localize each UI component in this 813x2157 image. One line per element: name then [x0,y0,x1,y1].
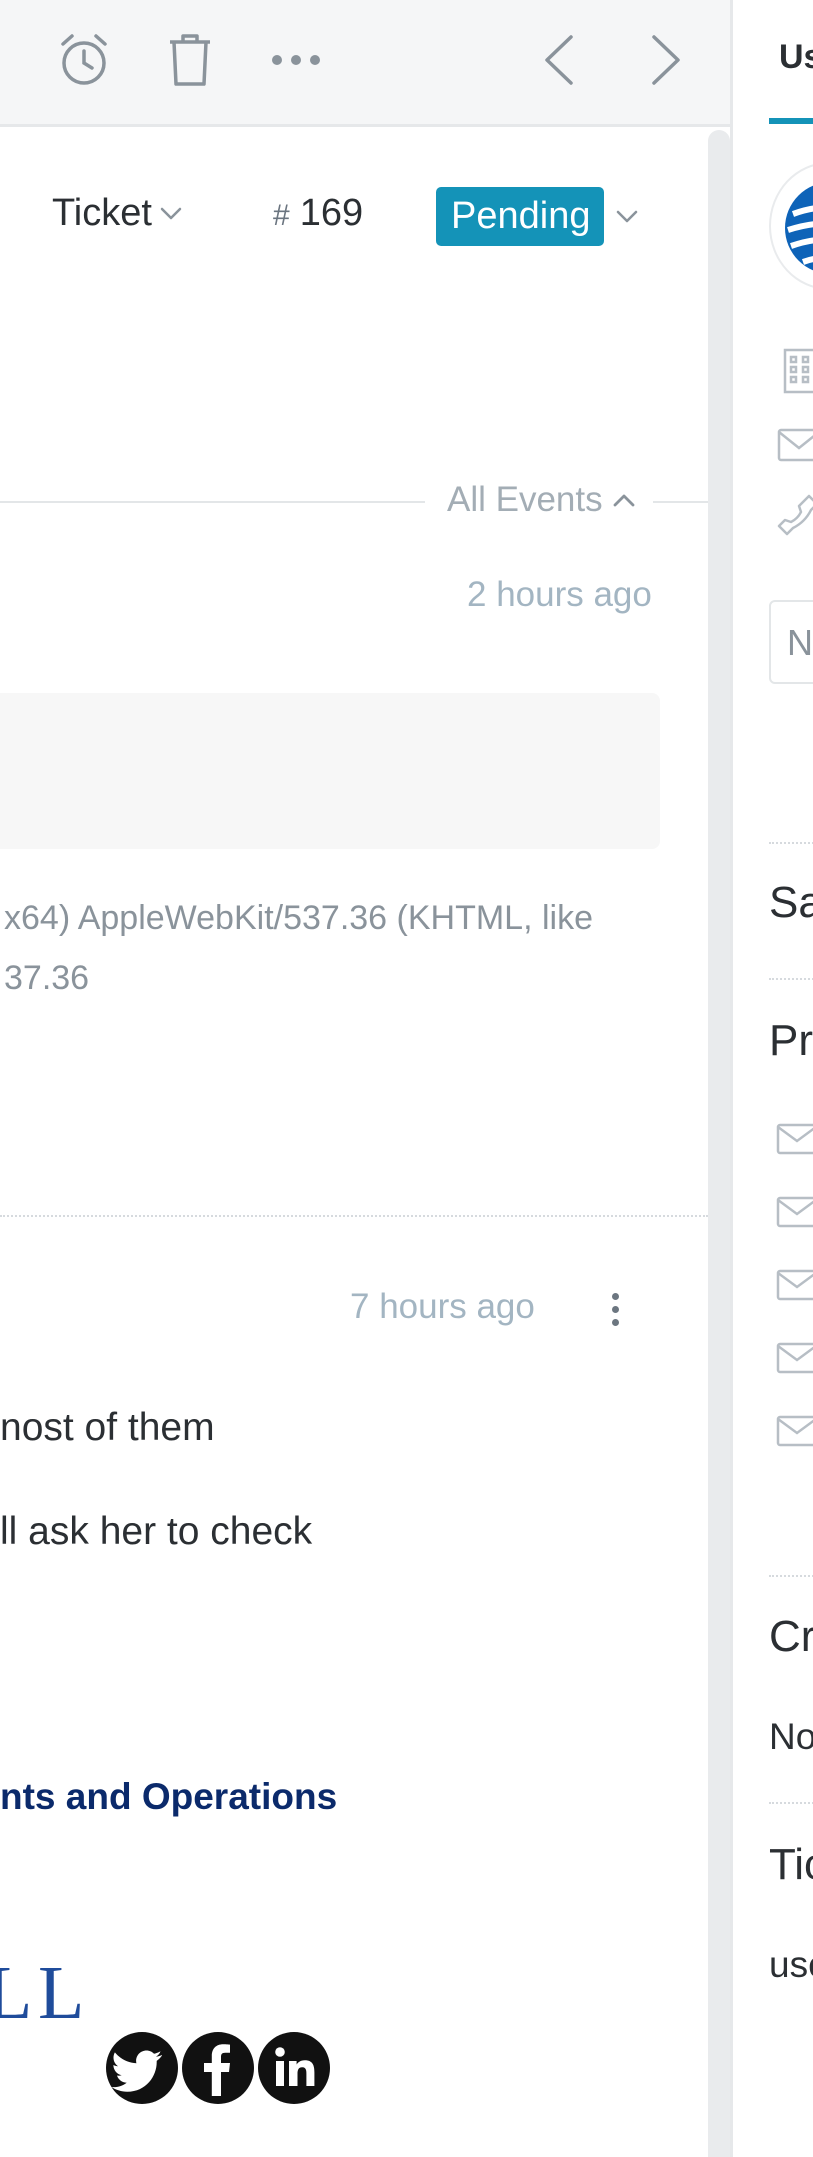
organization-logo-icon [785,185,813,271]
email-icon [777,428,813,462]
email-icon [776,1342,813,1374]
status-dropdown[interactable]: Pending [436,187,638,246]
section-heading-ti: Tic [769,1840,813,1889]
facebook-icon[interactable] [180,2030,256,2106]
chevron-right-icon[interactable] [634,28,698,92]
user-agent-text: x64) AppleWebKit/537.36 (KHTML, like 37.… [4,888,654,1008]
event-detail-box [0,693,660,849]
email-icon [776,1415,813,1447]
section-divider [769,1802,813,1804]
section-divider [769,978,813,980]
signature-logo-letter: L [38,1951,85,2035]
section-divider [769,842,813,844]
building-icon [783,348,813,394]
all-events-label: All Events [447,480,603,519]
chevron-down-icon [617,210,638,222]
message-menu-icon[interactable] [600,1285,630,1333]
chevron-down-icon [160,207,182,219]
linkedin-icon[interactable] [256,2030,332,2106]
note-input-placeholder: N [787,622,813,663]
note-input[interactable]: N [769,600,813,684]
email-icon [776,1196,813,1228]
twitter-icon[interactable] [104,2030,180,2106]
all-events-toggle[interactable]: All Events [425,480,653,520]
ticket-number: # 169 [273,192,363,235]
section-value-ti: use [769,1944,813,1985]
message-text-line: ll ask her to check [0,1510,313,1553]
avatar[interactable] [769,162,813,290]
event-separator [0,1215,708,1217]
signature-logo-letter: L [0,1951,33,2035]
status-badge[interactable]: Pending [436,187,605,246]
hash-prefix: # [273,199,290,232]
scrollbar[interactable] [708,130,730,2157]
user-agent-line: 37.36 [4,959,90,997]
ticket-toolbar [0,0,730,127]
user-side-panel: Us N Sa Pr Cr No Tic use [730,0,813,2157]
section-heading-cr: Cr [769,1612,813,1661]
ticket-number-value: 169 [299,192,364,234]
email-icon [776,1269,813,1301]
chevron-up-icon [613,494,635,507]
ticket-type-label: Ticket [52,192,152,234]
more-icon[interactable] [264,28,328,92]
signature-title: nts and Operations [0,1776,338,1817]
email-icon [776,1123,813,1155]
trash-icon[interactable] [158,28,222,92]
event-timestamp: 2 hours ago [467,575,652,614]
section-value-cr: No [769,1716,813,1757]
active-tab-indicator [769,118,813,124]
ticket-type-dropdown[interactable]: Ticket [52,192,182,235]
message-timestamp: 7 hours ago [350,1287,535,1326]
section-heading-sa: Sa [769,878,813,927]
message-text-line: nost of them [0,1406,215,1449]
section-heading-pr: Pr [769,1016,813,1065]
chevron-left-icon[interactable] [527,28,591,92]
section-divider [769,1575,813,1577]
user-agent-line: x64) AppleWebKit/537.36 (KHTML, like [4,899,593,937]
alarm-clock-icon[interactable] [52,28,116,92]
phone-icon [777,494,813,536]
tab-user[interactable]: Us [779,38,813,77]
